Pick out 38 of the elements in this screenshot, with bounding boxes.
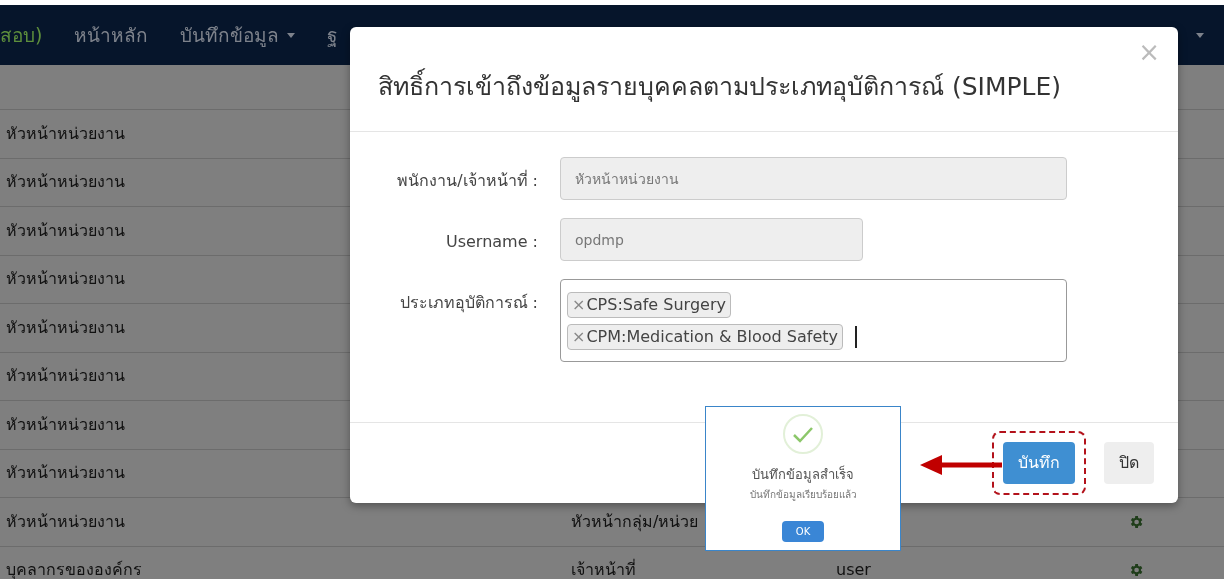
- caret-icon[interactable]: [1196, 32, 1204, 38]
- save-button[interactable]: บันทึก: [1003, 442, 1075, 484]
- tags-field[interactable]: ×CPS:Safe Surgery ×CPM:Medication & Blood Safety: [560, 279, 1067, 362]
- table-cell: หัวหน้ากลุ่ม/หน่วย: [571, 511, 699, 531]
- table-cell: หัวหน้าหน่วยงาน: [6, 123, 125, 143]
- gear-icon[interactable]: [1128, 562, 1144, 579]
- arrow-icon: [920, 455, 1002, 475]
- table-cell: หัวหน้าหน่วยงาน: [6, 366, 125, 386]
- table-cell: user: [836, 560, 871, 579]
- nav-link[interactable]: ฐ: [327, 20, 338, 50]
- modal-title: สิทธิ์การเข้าถึงข้อมูลรายบุคคลตามประเภทอุบัติการณ์ (SIMPLE): [378, 68, 1062, 106]
- table-cell: หัวหน้าหน่วยงาน: [6, 414, 125, 434]
- tag-label: CPM:Medication & Blood Safety: [586, 325, 838, 348]
- table-cell: บุคลากรขององค์กร: [6, 560, 142, 579]
- remove-tag-button[interactable]: ×: [572, 292, 586, 317]
- table-cell: หัวหน้าหน่วยงาน: [6, 172, 125, 192]
- table-cell: เจ้าหน้าที่: [571, 560, 636, 579]
- table-cell: หัวหน้าหน่วยงาน: [6, 317, 125, 337]
- close-button[interactable]: ปิด: [1104, 442, 1154, 484]
- ok-button[interactable]: OK: [782, 521, 824, 542]
- text-cursor: [855, 325, 857, 348]
- popup-message: บันทึกข้อมูลเรียบร้อยแล้ว: [749, 487, 857, 502]
- field-label: Username :: [444, 231, 539, 253]
- table-cell: หัวหน้าหน่วยงาน: [6, 269, 125, 289]
- popup-title: บันทึกข้อมูลสำเร็จ: [752, 465, 854, 485]
- gear-icon[interactable]: [1128, 513, 1144, 530]
- table-cell: หัวหน้าหน่วยงาน: [6, 511, 125, 531]
- nav-link[interactable]: หน้าหลัก: [74, 20, 149, 50]
- field-label: ประเภทอุบัติการณ์ :: [398, 292, 539, 315]
- table-cell: หัวหน้าหน่วยงาน: [6, 220, 125, 240]
- nav-link[interactable]: สอบ): [0, 20, 43, 50]
- checkmark-icon: [782, 413, 824, 455]
- remove-tag-button[interactable]: ×: [572, 324, 586, 349]
- field-label: พนักงาน/เจ้าหน้าที่ :: [396, 169, 539, 192]
- table-cell: หัวหน้าหน่วยงาน: [6, 463, 125, 483]
- caret-icon: [287, 32, 296, 38]
- tag-label: CPS:Safe Surgery: [586, 293, 726, 316]
- nav-link[interactable]: บันทึกข้อมูล: [180, 20, 296, 50]
